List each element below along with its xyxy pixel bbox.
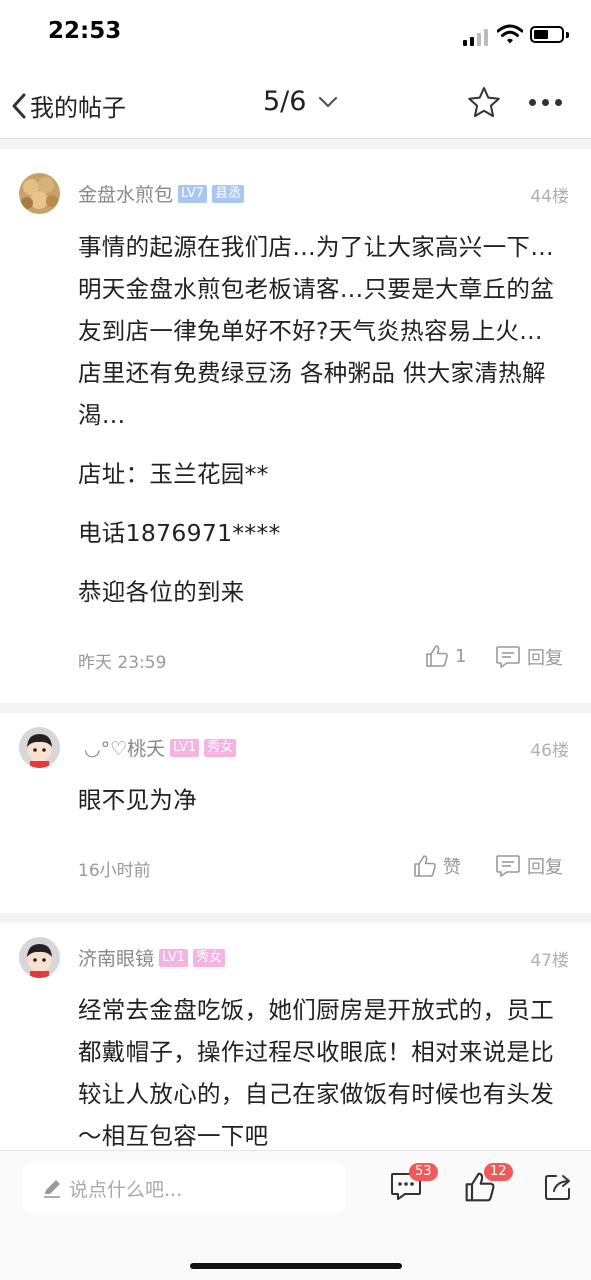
back-label: 我的帖子 xyxy=(30,94,126,122)
star-icon[interactable] xyxy=(466,85,502,121)
home-indicator xyxy=(190,1263,402,1269)
username[interactable]: ◡°♡桃夭 xyxy=(84,734,165,761)
username[interactable]: 济南眼镜 xyxy=(78,944,154,971)
avatar[interactable] xyxy=(19,173,60,214)
level-badge: LV1 xyxy=(170,738,200,757)
pencil-icon xyxy=(44,1180,60,1198)
avatar[interactable] xyxy=(19,937,60,978)
avatar[interactable] xyxy=(19,727,60,768)
comment-bubble-icon xyxy=(496,646,520,668)
battery-icon xyxy=(530,26,564,43)
comment-divider xyxy=(0,703,591,713)
share-icon xyxy=(545,1175,570,1200)
comment-item: 金盘水煎包 LV7 县丞 44楼 事情的起源在我们店…为了让大家高兴一下…明天金… xyxy=(0,149,591,702)
comment-body: 事情的起源在我们店…为了让大家高兴一下…明天金盘水煎包老板请客…只要是大章丘的盆… xyxy=(78,226,558,630)
comment-bubble-icon xyxy=(496,855,520,877)
chevron-left-icon xyxy=(12,93,26,118)
wifi-icon xyxy=(497,24,523,44)
more-dots-icon[interactable] xyxy=(529,99,562,106)
status-bar: 22:53 xyxy=(0,0,591,66)
comment-paragraph: 经常去金盘吃饭，她们厨房是开放式的，员工都戴帽子，操作过程尽收眼底！相对来说是比… xyxy=(78,996,554,1150)
comment-item: ◡°♡桃夭 LV1 秀女 46楼 眼不见为净 16小时前 赞 回复 xyxy=(0,713,591,913)
like-button[interactable]: 1 xyxy=(425,644,466,668)
nav-bar: 我的帖子 5/6 xyxy=(0,66,591,139)
like-label: 赞 xyxy=(443,857,461,878)
comment-paragraph: 电话1876971**** xyxy=(78,519,281,547)
level-badge: LV7 xyxy=(178,184,207,203)
page-selector[interactable]: 5/6 xyxy=(263,86,340,117)
bottom-action-bar: 说点什么吧... 53 12 xyxy=(0,1150,591,1280)
thumb-up-icon xyxy=(426,645,448,667)
cellular-signal-icon xyxy=(463,28,491,46)
comment-item: 济南眼镜 LV1 秀女 47楼 经常去金盘吃饭，她们厨房是开放式的，员工都戴帽子… xyxy=(0,923,591,1150)
comment-paragraph: 事情的起源在我们店…为了让大家高兴一下…明天金盘水煎包老板请客…只要是大章丘的盆… xyxy=(78,233,554,429)
share-button[interactable] xyxy=(542,1171,574,1207)
title-badge: 县丞 xyxy=(212,184,245,203)
comments-button[interactable]: 53 xyxy=(389,1163,438,1207)
back-button[interactable]: 我的帖子 xyxy=(10,88,126,123)
floor-number: 47楼 xyxy=(530,951,569,971)
comment-divider xyxy=(0,913,591,923)
comment-body: 眼不见为净 xyxy=(78,779,558,838)
floor-number: 46楼 xyxy=(530,741,569,761)
reply-label: 回复 xyxy=(527,648,563,669)
like-count: 1 xyxy=(455,645,467,667)
chevron-down-icon xyxy=(319,96,338,108)
thumb-up-icon xyxy=(414,855,436,877)
post-time: 16小时前 xyxy=(78,861,151,881)
comment-body: 经常去金盘吃饭，她们厨房是开放式的，员工都戴帽子，操作过程尽收眼底！相对来说是比… xyxy=(78,989,558,1150)
comment-count-badge: 53 xyxy=(409,1163,438,1181)
title-badge: 秀女 xyxy=(204,738,237,757)
like-button[interactable]: 赞 xyxy=(413,853,461,879)
comment-input[interactable]: 说点什么吧... xyxy=(23,1163,345,1213)
username[interactable]: 金盘水煎包 xyxy=(78,180,173,207)
top-divider xyxy=(0,139,591,149)
comment-paragraph: 恭迎各位的到来 xyxy=(78,578,245,606)
reply-button[interactable]: 回复 xyxy=(495,853,563,879)
reply-button[interactable]: 回复 xyxy=(495,644,563,670)
comment-input-placeholder: 说点什么吧... xyxy=(69,1178,183,1201)
title-badge: 秀女 xyxy=(193,948,226,967)
status-time: 22:53 xyxy=(48,18,122,44)
floor-number: 44楼 xyxy=(530,187,569,207)
reply-label: 回复 xyxy=(527,857,563,878)
like-count-badge: 12 xyxy=(484,1163,513,1181)
page-indicator: 5/6 xyxy=(263,86,307,117)
post-time: 昨天 23:59 xyxy=(78,653,167,673)
like-post-button[interactable]: 12 xyxy=(464,1163,513,1207)
comment-paragraph: 眼不见为净 xyxy=(78,786,197,814)
level-badge: LV1 xyxy=(159,948,188,967)
comment-paragraph: 店址：玉兰花园** xyxy=(78,460,269,488)
